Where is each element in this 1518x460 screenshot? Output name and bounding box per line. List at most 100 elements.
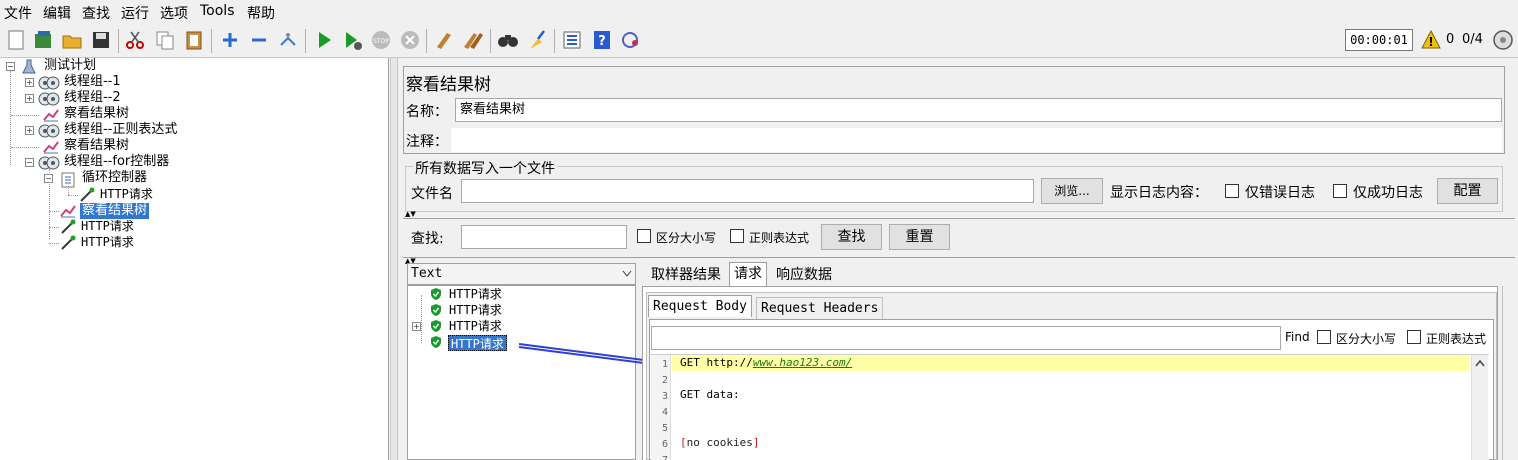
search-icon[interactable] <box>497 29 519 51</box>
clear-icon[interactable] <box>433 29 455 51</box>
start-icon[interactable] <box>313 29 335 51</box>
success-shield-icon <box>431 336 441 348</box>
tree-item-test-plan[interactable]: 测试计划 <box>44 58 96 74</box>
body-regex-checkbox[interactable] <box>1407 330 1421 344</box>
line-number: 2 <box>661 375 668 386</box>
search-label: 查找: <box>411 231 444 247</box>
menu-tools[interactable]: Tools <box>200 3 235 19</box>
renderer-value: Text <box>411 266 443 281</box>
reset-search-icon[interactable] <box>526 29 548 51</box>
tree-guide <box>11 147 39 148</box>
reset-button[interactable]: 重置 <box>889 224 950 250</box>
thread-group-icon <box>38 92 60 106</box>
case-sensitive-checkbox[interactable] <box>637 229 651 243</box>
regex-checkbox[interactable] <box>730 229 744 243</box>
tab-request[interactable]: 请求 <box>729 262 767 286</box>
start-no-pause-icon[interactable] <box>342 29 364 51</box>
collapse-icon[interactable]: − <box>6 62 15 71</box>
sample-item[interactable]: HTTP请求 <box>449 318 502 334</box>
warning-count: 0 <box>1446 32 1455 47</box>
scroll-up-icon[interactable] <box>1475 359 1485 367</box>
results-tree-panel: 察看结果树 名称： 察看结果树 注释： 所有数据写入一个文件 文件名 浏览...… <box>399 58 1518 460</box>
svg-text:!: ! <box>1428 35 1433 49</box>
expand-all-icon[interactable] <box>219 29 241 51</box>
tree-item-results-tree[interactable]: 察看结果树 <box>64 138 129 154</box>
filename-input[interactable] <box>461 179 1034 203</box>
tree-item-http-request[interactable]: HTTP请求 <box>81 234 134 250</box>
toggle-icon[interactable] <box>277 29 299 51</box>
tree-item-results-tree-selected[interactable]: 察看结果树 <box>80 203 150 219</box>
paste-icon[interactable] <box>183 29 205 51</box>
new-icon[interactable] <box>5 29 27 51</box>
body-find-input[interactable] <box>651 326 1281 350</box>
page-title: 察看结果树 <box>406 75 491 95</box>
split-pane-divider[interactable] <box>390 58 398 460</box>
shutdown-icon[interactable] <box>399 29 421 51</box>
editor-scrollbar[interactable] <box>1471 355 1488 460</box>
code-url-link[interactable]: www.hao123.com/ <box>753 356 852 369</box>
renderer-select[interactable]: Text <box>407 263 636 285</box>
menu-run[interactable]: 运行 <box>121 3 149 23</box>
remote-icon[interactable] <box>620 29 642 51</box>
collapse-arrows-icon[interactable]: ▲▼ <box>405 211 416 218</box>
warning-icon[interactable]: ! <box>1421 30 1441 50</box>
menu-help[interactable]: 帮助 <box>247 3 275 23</box>
sample-item[interactable]: HTTP请求 <box>449 286 502 302</box>
find-button[interactable]: 查找 <box>821 224 882 250</box>
test-plan-tree: − 测试计划 + 线程组--1 + 线程组--2 察看结果树 + 线程组--正则… <box>0 58 389 460</box>
tree-item-http-request[interactable]: HTTP请求 <box>100 186 153 202</box>
comment-field[interactable] <box>451 128 1502 152</box>
tab-response-data[interactable]: 响应数据 <box>772 264 836 286</box>
search-input[interactable] <box>461 225 627 249</box>
sample-item-selected[interactable]: HTTP请求 <box>448 335 507 351</box>
templates-icon[interactable] <box>32 29 54 51</box>
tree-item-thread-group-2[interactable]: 线程组--2 <box>64 90 121 106</box>
toolbar-separator <box>490 29 491 53</box>
stop-icon[interactable]: STOP <box>370 29 392 51</box>
name-label: 名称： <box>406 104 448 120</box>
toolbar-separator <box>118 29 119 53</box>
tree-item-http-request[interactable]: HTTP请求 <box>81 218 134 234</box>
save-icon[interactable] <box>90 29 112 51</box>
collapse-icon[interactable]: − <box>25 158 34 167</box>
errors-only-checkbox[interactable] <box>1225 184 1239 198</box>
subtab-request-body[interactable]: Request Body <box>648 295 752 317</box>
panel-scrollbar[interactable] <box>1502 286 1518 460</box>
menu-file[interactable]: 文件 <box>4 3 32 23</box>
toolbar: STOP ? 00:00:01 ! 0 0/4 <box>0 24 1518 58</box>
running-status-icon <box>1493 30 1513 50</box>
subtab-request-headers[interactable]: Request Headers <box>756 297 884 319</box>
tree-guide <box>49 227 59 228</box>
configure-button[interactable]: 配置 <box>1437 178 1498 204</box>
clear-all-icon[interactable] <box>462 29 484 51</box>
tree-item-results-tree[interactable]: 察看结果树 <box>64 106 129 122</box>
expand-icon[interactable]: + <box>25 78 34 87</box>
tree-item-loop-controller[interactable]: 循环控制器 <box>82 170 147 186</box>
success-shield-icon <box>431 320 441 332</box>
expand-icon[interactable]: + <box>412 322 421 331</box>
tree-item-thread-group-for[interactable]: 线程组--for控制器 <box>64 154 169 170</box>
test-plan-icon <box>22 59 36 74</box>
tab-sampler-result[interactable]: 取样器结果 <box>647 264 725 286</box>
name-field[interactable]: 察看结果树 <box>455 98 1502 122</box>
collapse-all-icon[interactable] <box>248 29 270 51</box>
cut-icon[interactable] <box>124 29 146 51</box>
elapsed-timer: 00:00:01 <box>1345 29 1413 51</box>
body-case-checkbox[interactable] <box>1317 330 1331 344</box>
function-helper-icon[interactable] <box>561 29 583 51</box>
collapse-icon[interactable]: − <box>44 174 53 183</box>
menu-options[interactable]: 选项 <box>160 3 188 23</box>
copy-icon[interactable] <box>154 29 176 51</box>
tree-item-thread-group-regex[interactable]: 线程组--正则表达式 <box>64 122 177 138</box>
browse-button[interactable]: 浏览... <box>1041 178 1103 204</box>
tree-item-thread-group-1[interactable]: 线程组--1 <box>64 74 121 90</box>
tree-guide <box>421 295 422 343</box>
sample-item[interactable]: HTTP请求 <box>449 302 502 318</box>
help-icon[interactable]: ? <box>591 29 613 51</box>
open-icon[interactable] <box>61 29 83 51</box>
menu-search[interactable]: 查找 <box>82 3 110 23</box>
expand-icon[interactable]: + <box>25 94 34 103</box>
success-only-checkbox[interactable] <box>1333 184 1347 198</box>
menu-edit[interactable]: 编辑 <box>43 3 71 23</box>
expand-icon[interactable]: + <box>25 126 34 135</box>
